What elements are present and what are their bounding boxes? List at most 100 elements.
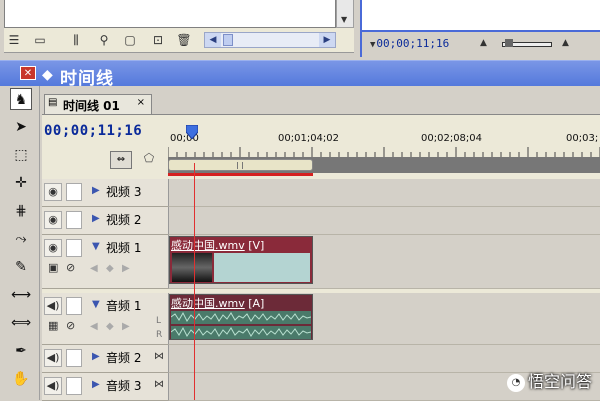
watermark: ◔ 悟空问答 [506, 368, 592, 392]
audio-clip[interactable]: 感动中国.wmv [A] [169, 294, 313, 340]
timeline-icon: ◆ [42, 67, 53, 83]
icon-view-icon[interactable]: ▭ [32, 32, 48, 48]
slide-tool-icon[interactable]: ⟺ [10, 312, 32, 334]
speaker-icon[interactable]: ◀) [44, 349, 62, 367]
sequence-timecode[interactable]: 00;00;11;16 [44, 123, 142, 139]
speaker-icon[interactable]: ◀) [44, 377, 62, 395]
time-ruler[interactable]: 00;00 00;01;04;02 00;02;08;04 00;03; [168, 115, 600, 179]
new-bin-icon[interactable]: ▢ [122, 32, 138, 48]
timeline-window: ✕ ◆ 时间线 ♞ ➤ ⬚ ✛ ⋕ ⤳ ✎ ⟷ ⟺ ✒ ✋ ▤ 时间线 01 ×… [0, 60, 600, 401]
expand-triangle-icon[interactable]: ▶ [92, 379, 100, 390]
ripple-edit-tool-icon[interactable]: ✛ [10, 172, 32, 194]
tab-close-icon[interactable]: × [137, 97, 145, 108]
expand-triangle-icon[interactable]: ▶ [92, 351, 100, 362]
sync-icon: ⋈ [154, 351, 164, 362]
track-lock[interactable] [66, 239, 82, 257]
track-video2[interactable] [168, 207, 600, 235]
hand-tool-icon[interactable]: ✋ [10, 368, 32, 390]
zoom-out-icon[interactable]: ▲ [480, 38, 487, 48]
display-style-icon[interactable]: ▣ [48, 261, 58, 274]
expand-triangle-icon[interactable]: ▶ [92, 185, 100, 196]
watermark-text: 悟空问答 [527, 372, 592, 391]
track-lock[interactable] [66, 183, 82, 201]
clip-tag: [A] [248, 297, 265, 310]
vertical-scrollbar[interactable]: ▼ [336, 0, 354, 28]
automate-icon[interactable]: ⫼ [68, 32, 84, 48]
collapse-triangle-icon[interactable]: ▼ [92, 299, 100, 310]
add-keyframe-icon[interactable]: ◆ [106, 321, 114, 332]
eye-icon[interactable]: ◉ [44, 239, 62, 257]
playhead-icon[interactable] [186, 125, 198, 139]
track-lock[interactable] [66, 377, 82, 395]
monitor-display [362, 0, 600, 32]
project-toolbar: ☰ ▭ ⫼ ⚲ ▢ ⊡ 🗑 ◀ ▶ [4, 28, 354, 53]
monitor-timecode[interactable]: ▼00;00;11;16 [370, 37, 449, 50]
rolling-edit-tool-icon[interactable]: ⋕ [10, 200, 32, 222]
watermark-logo-icon: ◔ [506, 373, 525, 392]
scroll-right-icon[interactable]: ▶ [319, 33, 335, 47]
collapse-triangle-icon[interactable]: ▼ [92, 241, 100, 252]
video-clip[interactable]: 感动中国.wmv [V] [169, 236, 313, 284]
slider-knob[interactable] [505, 39, 513, 47]
pen-tool-icon[interactable]: ✒ [10, 340, 32, 362]
find-icon[interactable]: ⚲ [96, 32, 112, 48]
set-marker-icon[interactable]: ⬠ [142, 151, 156, 169]
horse-icon[interactable]: ♞ [10, 88, 32, 110]
work-area-grip[interactable] [237, 162, 243, 169]
zoom-in-icon[interactable]: ▲ [562, 38, 569, 48]
speaker-icon[interactable]: ◀) [44, 297, 62, 315]
scroll-down-icon[interactable]: ▼ [341, 15, 347, 24]
sequence-panel: ▤ 时间线 01 × 00;00;11;16 ⇔ ⬠ 00;00 00;01;0… [42, 86, 600, 401]
program-monitor: ▼00;00;11;16 ▲ ▲ [360, 0, 600, 57]
prev-keyframe-icon[interactable]: ◀ [90, 263, 98, 274]
playhead-line[interactable] [194, 163, 195, 400]
work-area-region[interactable] [168, 159, 313, 171]
clip-label: 感动中国.wmv [A] [170, 295, 312, 310]
timeline-title-bar[interactable]: ✕ ◆ 时间线 [0, 60, 600, 89]
project-list-area[interactable] [4, 0, 336, 28]
razor-tool-icon[interactable]: ✎ [10, 256, 32, 278]
clip-body [214, 253, 310, 282]
tab-sequence[interactable]: ▤ 时间线 01 × [44, 94, 152, 114]
rate-stretch-tool-icon[interactable]: ⤳ [10, 228, 32, 250]
track-video3[interactable] [168, 179, 600, 207]
horizontal-scrollbar[interactable]: ◀ ▶ [204, 32, 336, 48]
eye-icon[interactable]: ◉ [44, 183, 62, 201]
selection-tool-icon[interactable]: ➤ [10, 116, 32, 138]
snap-button[interactable]: ⇔ [110, 151, 132, 169]
sequence-body: 00;00;11;16 ⇔ ⬠ 00;00 00;01;04;02 00;02;… [42, 114, 600, 401]
track-audio1[interactable]: 感动中国.wmv [A] [168, 293, 600, 345]
ruler-label: 00;02;08;04 [421, 133, 483, 144]
track-video1[interactable]: 感动中国.wmv [V] [168, 235, 600, 289]
clip-name: 感动中国.wmv [171, 239, 245, 252]
track-lock[interactable] [66, 211, 82, 229]
display-style-icon[interactable]: ▦ [48, 319, 58, 332]
track-lock[interactable] [66, 297, 82, 315]
track-name: 视频 2 [106, 213, 142, 227]
keyframe-toggle-icon[interactable]: ⊘ [66, 261, 75, 274]
track-name: 音频 3 [106, 379, 142, 393]
close-button[interactable]: ✕ [20, 66, 36, 80]
scroll-thumb[interactable] [223, 34, 233, 46]
clip-thumbnail [172, 253, 212, 282]
new-item-icon[interactable]: ⊡ [150, 32, 166, 48]
list-view-icon[interactable]: ☰ [6, 32, 22, 48]
scroll-left-icon[interactable]: ◀ [205, 33, 221, 47]
sequence-icon: ▤ [48, 97, 58, 108]
track-header-video2: ◉ ▶ 视频 2 [42, 207, 168, 235]
expand-triangle-icon[interactable]: ▶ [92, 213, 100, 224]
next-keyframe-icon[interactable]: ▶ [122, 321, 130, 332]
slip-tool-icon[interactable]: ⟷ [10, 284, 32, 306]
keyframe-toggle-icon[interactable]: ⊘ [66, 319, 75, 332]
add-keyframe-icon[interactable]: ◆ [106, 263, 114, 274]
eye-icon[interactable]: ◉ [44, 211, 62, 229]
monitor-zoom-slider[interactable] [502, 39, 552, 47]
track-name: 视频 3 [106, 185, 142, 199]
trash-icon[interactable]: 🗑 [176, 32, 192, 48]
track-lock[interactable] [66, 349, 82, 367]
next-keyframe-icon[interactable]: ▶ [122, 263, 130, 274]
track-name: 音频 2 [106, 351, 142, 365]
prev-keyframe-icon[interactable]: ◀ [90, 321, 98, 332]
track-select-tool-icon[interactable]: ⬚ [10, 144, 32, 166]
track-header-audio2: ◀) ▶ 音频 2 ⋈ [42, 345, 168, 373]
